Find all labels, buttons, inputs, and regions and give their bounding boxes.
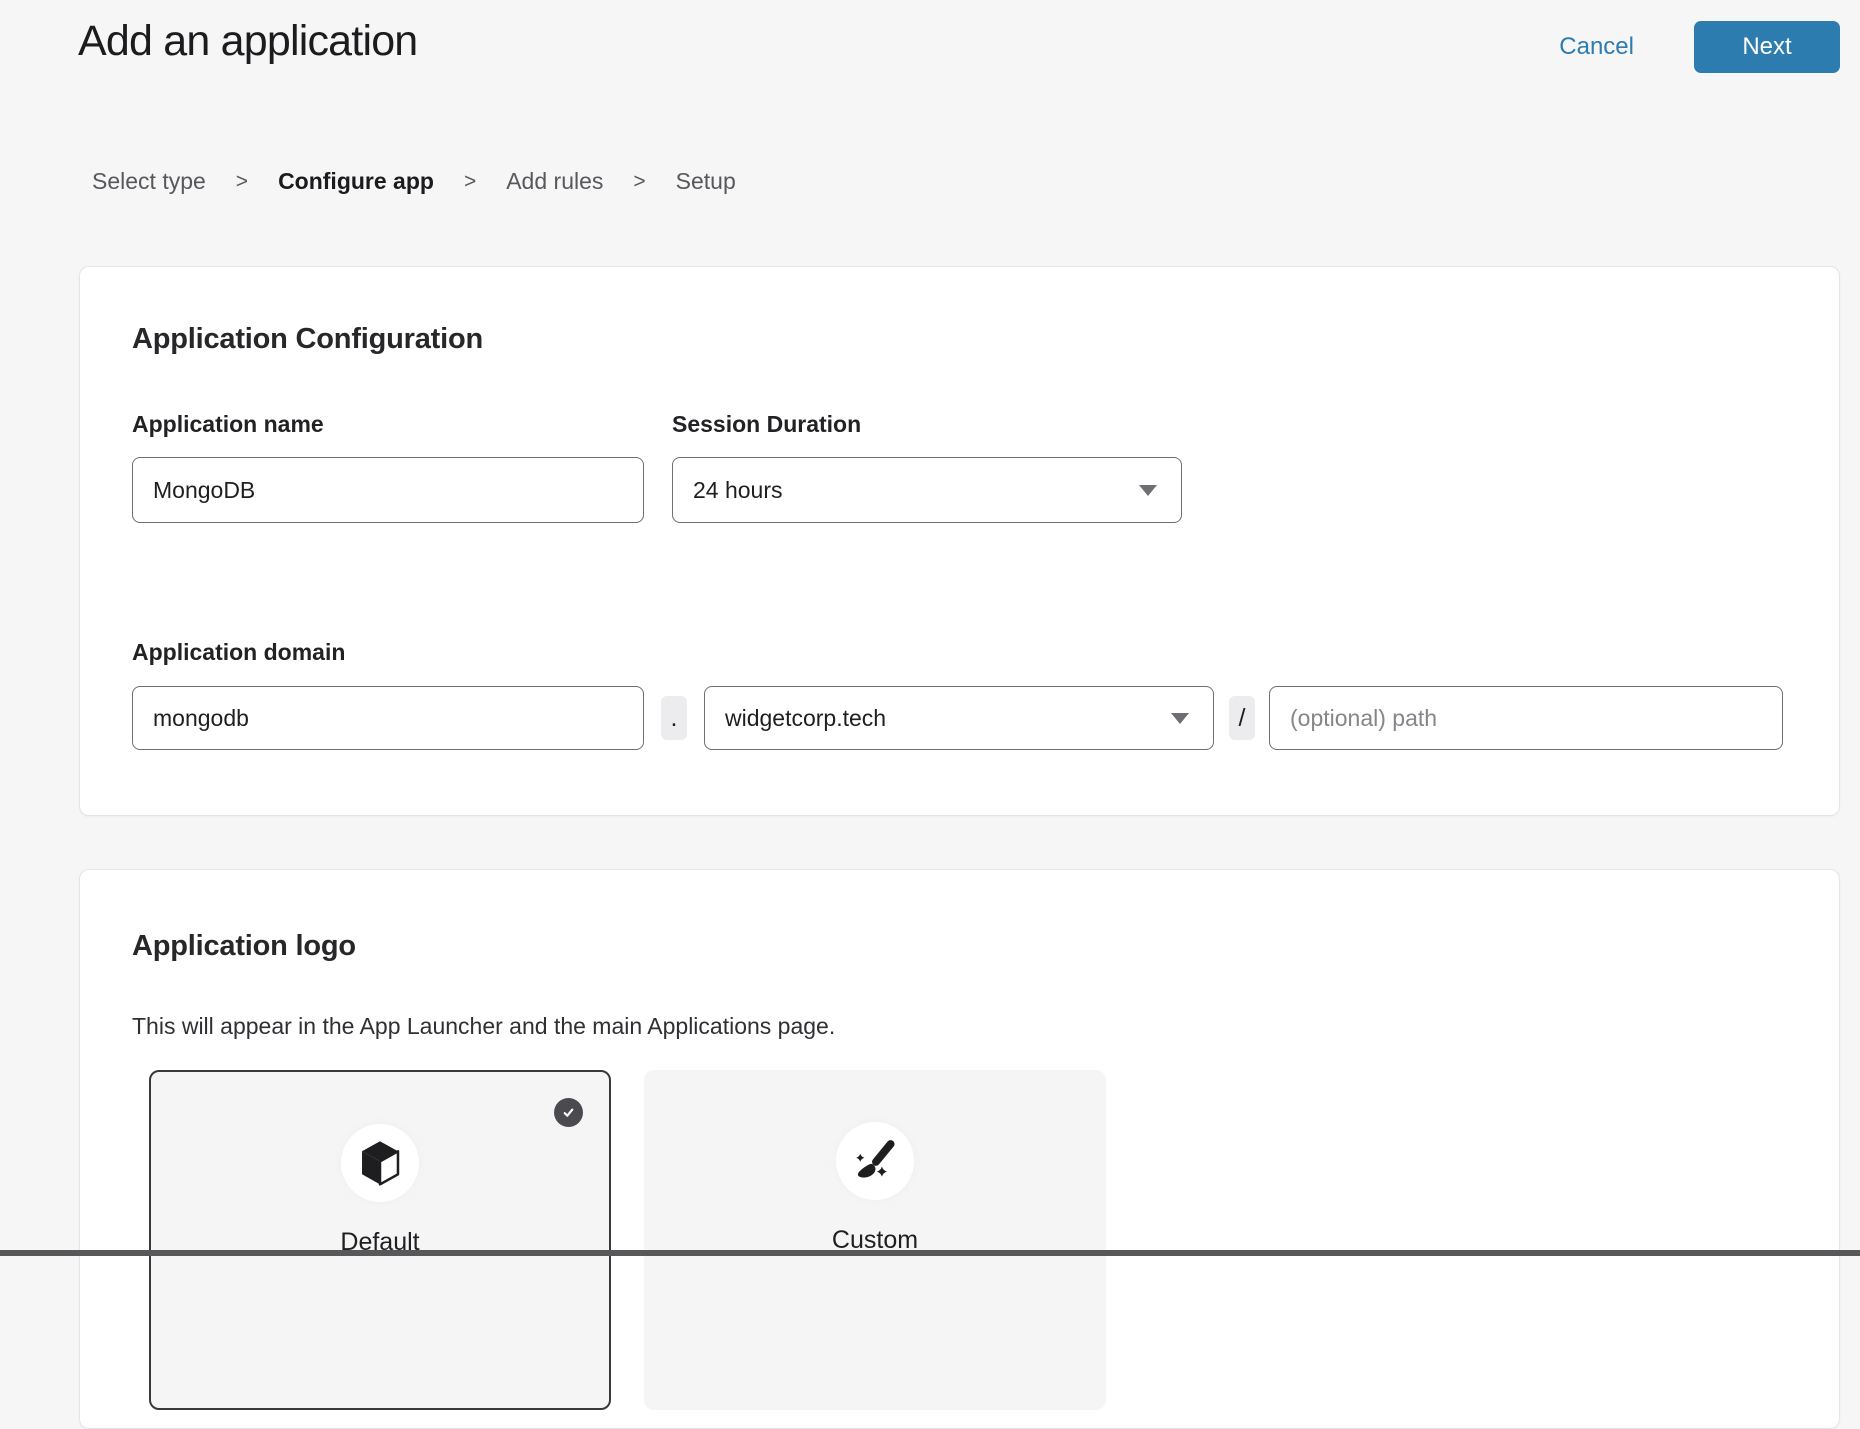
logo-heading: Application logo (132, 930, 356, 963)
cube-icon (359, 1140, 401, 1186)
breadcrumb-step-add-rules[interactable]: Add rules (506, 168, 603, 195)
cancel-button[interactable]: Cancel (1559, 33, 1634, 61)
application-name-label: Application name (132, 411, 324, 438)
session-duration-label: Session Duration (672, 411, 861, 438)
configuration-heading: Application Configuration (132, 323, 483, 356)
domain-dot-separator: . (661, 696, 687, 740)
bottom-edge-bar (0, 1250, 1860, 1256)
logo-options: Default Custom (149, 1070, 1106, 1410)
breadcrumb-step-setup[interactable]: Setup (676, 168, 736, 195)
breadcrumb-step-select-type[interactable]: Select type (92, 168, 206, 195)
breadcrumb-step-configure-app[interactable]: Configure app (278, 168, 434, 195)
domain-select[interactable]: widgetcorp.tech (704, 686, 1214, 750)
application-domain-label: Application domain (132, 639, 345, 666)
session-duration-value: 24 hours (693, 477, 783, 504)
chevron-down-icon (1139, 485, 1157, 496)
header-actions: Cancel Next (1559, 21, 1840, 73)
selected-check-badge (554, 1098, 583, 1127)
page-title: Add an application (78, 17, 417, 66)
application-name-input[interactable] (132, 457, 644, 523)
application-logo-card: Application logo This will appear in the… (79, 869, 1840, 1429)
session-duration-select[interactable]: 24 hours (672, 457, 1182, 523)
subdomain-input[interactable] (132, 686, 644, 750)
breadcrumb-separator: > (464, 170, 476, 194)
paintbrush-icon (852, 1138, 898, 1184)
logo-circle (836, 1122, 914, 1200)
next-button[interactable]: Next (1694, 21, 1840, 73)
application-domain-row: . widgetcorp.tech / (132, 685, 1783, 751)
logo-option-custom[interactable]: Custom (644, 1070, 1106, 1410)
config-row: 24 hours (132, 457, 1182, 523)
application-configuration-card: Application Configuration Application na… (79, 266, 1840, 816)
breadcrumb-separator: > (633, 170, 645, 194)
breadcrumb-separator: > (236, 170, 248, 194)
path-input[interactable] (1269, 686, 1783, 750)
check-icon (560, 1104, 577, 1121)
domain-value: widgetcorp.tech (725, 705, 886, 732)
chevron-down-icon (1171, 713, 1189, 724)
logo-description: This will appear in the App Launcher and… (132, 1013, 835, 1040)
breadcrumb: Select type > Configure app > Add rules … (92, 168, 736, 195)
logo-circle (341, 1124, 419, 1202)
domain-slash-separator: / (1229, 696, 1255, 740)
logo-option-default[interactable]: Default (149, 1070, 611, 1410)
